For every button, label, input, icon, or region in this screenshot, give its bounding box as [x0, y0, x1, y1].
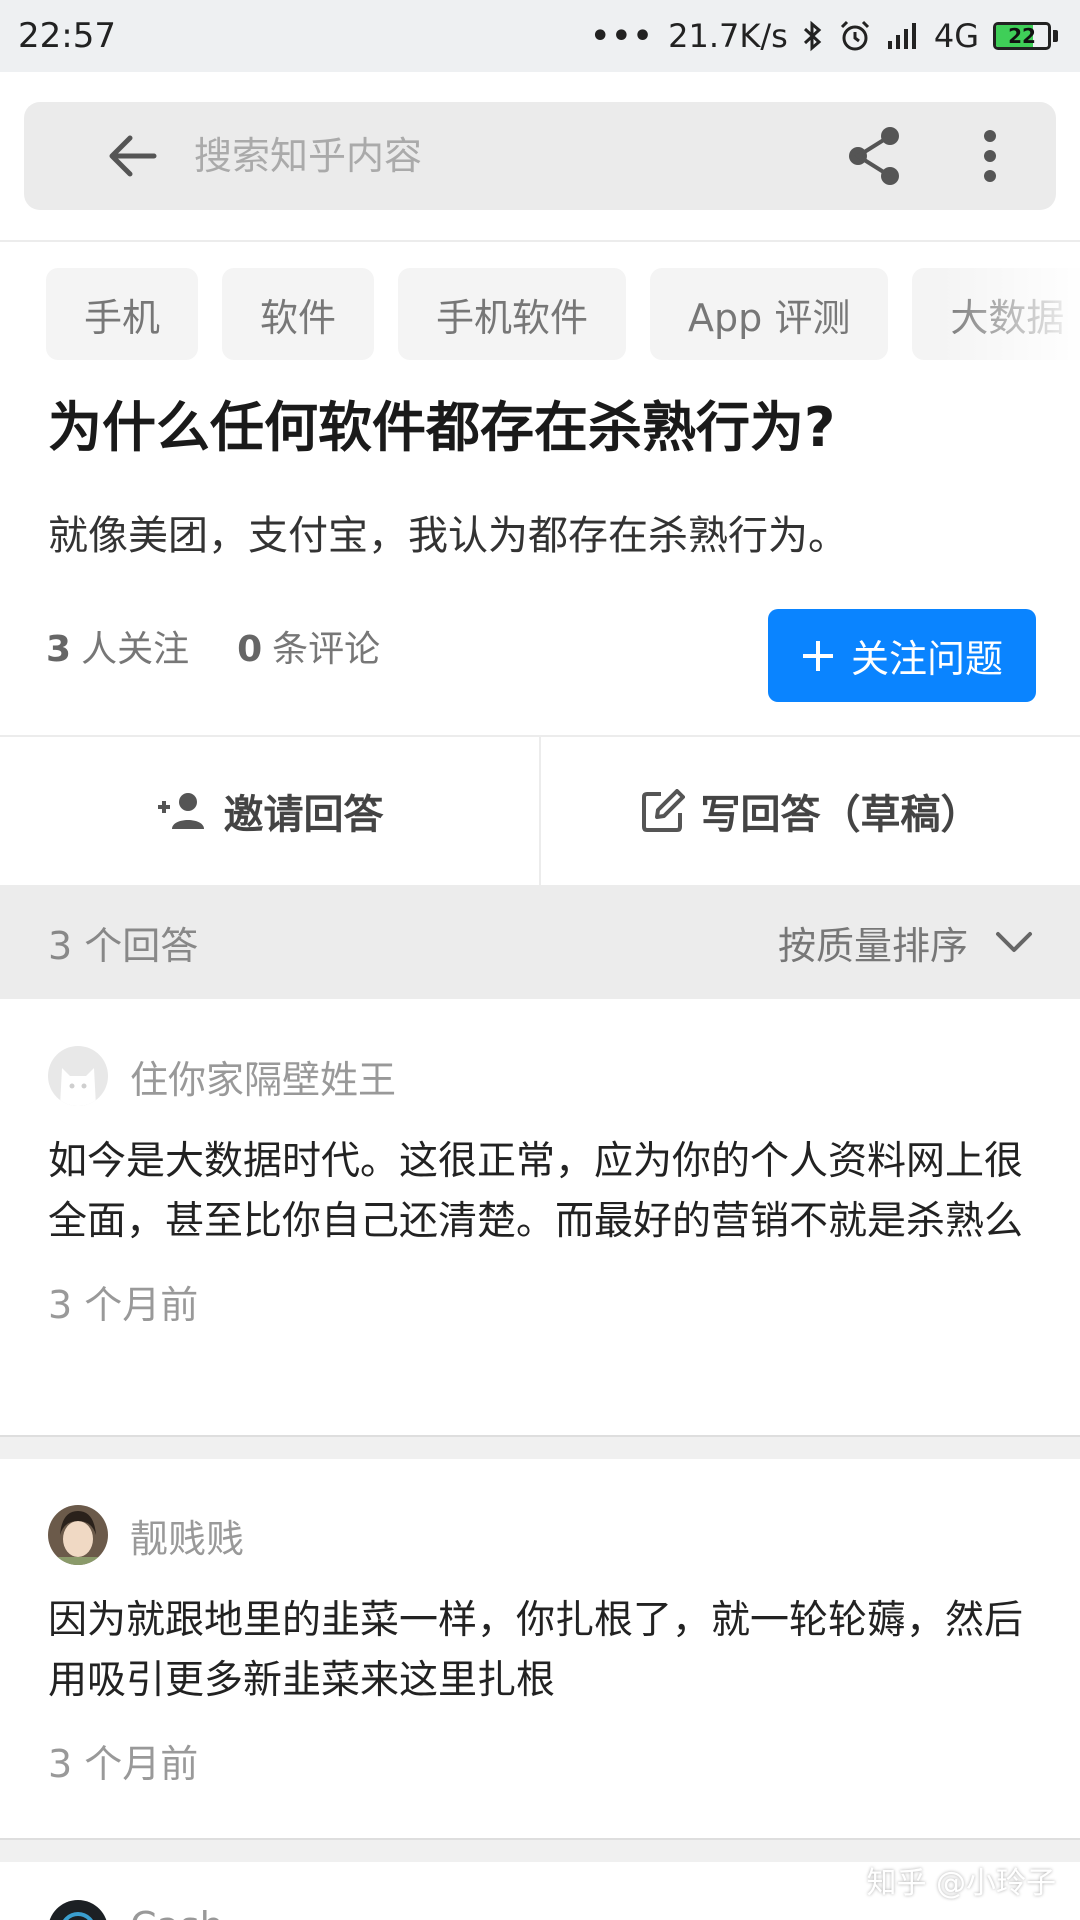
share-icon	[849, 127, 899, 185]
network-type: 4G	[933, 17, 979, 55]
network-speed: 21.7K/s	[668, 17, 788, 55]
default-avatar-icon	[48, 1046, 108, 1106]
sort-dropdown[interactable]: 按质量排序	[778, 915, 1034, 970]
question-title: 为什么任何软件都存在杀熟行为?	[48, 396, 836, 459]
top-bar	[0, 72, 1080, 242]
add-person-icon	[157, 793, 204, 829]
battery-level: 22	[1008, 24, 1036, 48]
notification-dots: •••	[590, 18, 655, 54]
answer-divider	[0, 1435, 1080, 1459]
answers-sort-bar: 3 个回答 按质量排序	[0, 885, 1080, 999]
topic-tag[interactable]: App 评测	[650, 268, 889, 360]
answer-item[interactable]: Cash	[0, 1900, 1080, 1920]
follow-question-label: 关注问题	[850, 637, 1003, 681]
watermark: 知乎 @小玲子	[866, 1866, 1056, 1901]
answer-author-row[interactable]: Cash	[48, 1900, 1080, 1920]
answer-time: 3 个月前	[48, 1742, 199, 1786]
answer-time: 3 个月前	[48, 1283, 199, 1327]
followers-stat[interactable]: 3 人关注	[46, 620, 189, 672]
answer-content[interactable]: 如今是大数据时代。这很正常，应为你的个人资料网上很全面，甚至比你自己还清楚。而最…	[48, 1132, 1032, 1252]
invite-answer-label: 邀请回答	[223, 792, 384, 838]
search-input[interactable]	[194, 134, 834, 178]
battery-icon: 22	[993, 22, 1058, 50]
question-detail: 就像美团，支付宝，我认为都存在杀熟行为。	[48, 513, 848, 559]
answer-item[interactable]: 靓贱贱 因为就跟地里的韭菜一样，你扎根了，就一轮轮薅，然后用吸引更多新韭菜来这里…	[0, 1505, 1080, 1788]
plus-icon	[802, 640, 833, 671]
answer-count: 3 个回答	[48, 923, 199, 968]
search-box	[24, 102, 1056, 210]
followers-label: 人关注	[81, 629, 190, 670]
user-photo-avatar-icon	[48, 1900, 108, 1920]
question-meta: 3 人关注 0 条评论	[46, 620, 380, 672]
invite-answer-button[interactable]: 邀请回答	[0, 737, 539, 885]
edit-icon	[641, 789, 685, 832]
answer-actions: 邀请回答 写回答（草稿）	[0, 735, 1080, 885]
author-name[interactable]: Cash	[130, 1904, 224, 1920]
signal-icon	[887, 23, 916, 49]
user-photo-avatar-icon	[48, 1505, 108, 1565]
topic-tag[interactable]: 手机软件	[398, 268, 627, 360]
comments-label: 条评论	[272, 629, 381, 670]
back-button[interactable]	[82, 106, 182, 206]
tags-fade-overlay	[940, 268, 1080, 360]
chevron-down-icon	[996, 932, 1032, 952]
bluetooth-icon	[803, 20, 822, 52]
avatar[interactable]	[48, 1046, 108, 1106]
topic-tag[interactable]: 软件	[222, 268, 375, 360]
answer-item[interactable]: 住你家隔壁姓王 如今是大数据时代。这很正常，应为你的个人资料网上很全面，甚至比你…	[0, 1046, 1080, 1329]
followers-count: 3	[46, 629, 72, 670]
avatar[interactable]	[48, 1505, 108, 1565]
topic-tag[interactable]: 手机	[46, 268, 199, 360]
author-name[interactable]: 住你家隔壁姓王	[130, 1049, 396, 1104]
arrow-left-icon	[109, 135, 157, 177]
author-name[interactable]: 靓贱贱	[130, 1508, 244, 1563]
more-vertical-icon	[984, 130, 996, 182]
status-indicators: ••• 21.7K/s 4G 22	[591, 17, 1058, 55]
answer-content[interactable]: 因为就跟地里的韭菜一样，你扎根了，就一轮轮薅，然后用吸引更多新韭菜来这里扎根	[48, 1591, 1032, 1711]
follow-question-button[interactable]: 关注问题	[768, 609, 1036, 702]
topic-tags: 手机 软件 手机软件 App 评测 大数据	[0, 268, 1080, 360]
write-answer-label: 写回答（草稿）	[700, 792, 981, 838]
more-button[interactable]	[950, 116, 1030, 196]
status-bar: 22:57 ••• 21.7K/s 4G 22	[0, 0, 1080, 72]
comments-stat[interactable]: 0 条评论	[237, 620, 380, 672]
alarm-icon	[840, 20, 869, 51]
sort-label: 按质量排序	[777, 923, 968, 968]
share-button[interactable]	[834, 116, 914, 196]
write-answer-button[interactable]: 写回答（草稿）	[539, 737, 1080, 885]
comments-count: 0	[237, 629, 263, 670]
avatar[interactable]	[48, 1900, 108, 1920]
answer-author-row[interactable]: 住你家隔壁姓王	[48, 1046, 1080, 1106]
answer-author-row[interactable]: 靓贱贱	[48, 1505, 1080, 1565]
status-time: 22:57	[18, 16, 116, 56]
